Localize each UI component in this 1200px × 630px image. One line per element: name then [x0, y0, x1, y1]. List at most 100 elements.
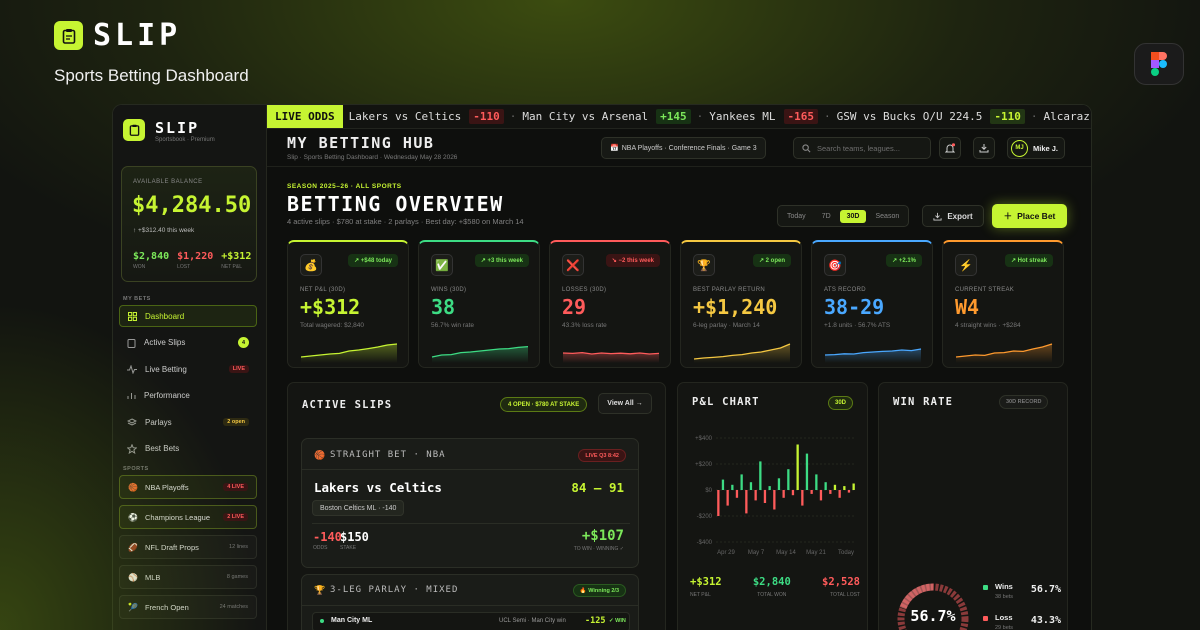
pl-bar [787, 469, 790, 490]
pl-bar [829, 490, 832, 494]
current-game-pill[interactable]: 📅 NBA Playoffs · Conference Finals · Gam… [601, 137, 766, 159]
balance-stat-value: $1,220 [177, 251, 214, 262]
sidebar-item-label: Dashboard [145, 311, 185, 321]
pl-bar [773, 490, 776, 510]
user-menu[interactable]: MJ Mike J. [1007, 137, 1065, 159]
active-slips-panel: ACTIVE SLIPS 4 OPEN · $780 AT STAKE View… [287, 382, 666, 630]
download-button[interactable] [973, 137, 995, 159]
trophy-icon: 🏆 [314, 585, 326, 595]
sport-item-french-open[interactable]: 🎾 French Open 24 matches [119, 595, 257, 619]
pl-bar [782, 490, 785, 498]
live-odds-ticker: LIVE ODDS Lakers vs Celtics -110 · Man City… [267, 105, 1091, 129]
ticker-match: GSW vs Bucks O/U 224.5 [836, 110, 983, 123]
slip-card-straight[interactable]: 🏀 STRAIGHT BET · NBA LIVE Q3 8:42 Lakers… [301, 438, 639, 568]
sidebar-item-performance[interactable]: Performance [119, 385, 257, 407]
export-label: Export [947, 211, 973, 221]
balance-amount: $4,284.50 [132, 193, 252, 218]
x-tick-label: Apr 29 [717, 550, 735, 556]
live-odds-label: LIVE ODDS [267, 105, 343, 128]
legend-swatch [983, 585, 988, 590]
notifications-button[interactable] [939, 137, 961, 159]
export-icon [933, 212, 942, 221]
kpi-label: LOSSES (30D) [562, 287, 607, 293]
slip-card-parlay[interactable]: 🏆 3-LEG PARLAY · MIXED 🔥 Winning 2/3 Man… [301, 574, 639, 630]
range-season[interactable]: Season [868, 210, 906, 223]
range-7d[interactable]: 7D [815, 210, 838, 223]
clipboard-icon [127, 338, 136, 348]
sport-item-label: Champions League [144, 512, 211, 522]
ticker-separator: · [824, 110, 831, 123]
basketball-icon: 🏀 [314, 450, 326, 460]
sidebar-item-parlays[interactable]: Parlays 2 open [119, 411, 257, 433]
avatar: MJ [1011, 139, 1028, 157]
legend-label: Wins [995, 582, 1013, 591]
legend-row-wins: Wins 38 bets 56.7% [983, 582, 1061, 608]
win-rate-percent: 56.7% [910, 607, 956, 625]
sport-item-nfl-draft-props[interactable]: 🏈 NFL Draft Props 12 lines [119, 535, 257, 559]
kpi-card: ⚡ ↗ Hot streak CURRENT STREAK W4 4 straight … [942, 240, 1064, 368]
kpi-sub: Total wagered: $2,840 [300, 322, 364, 329]
clipboard-icon [123, 119, 145, 141]
sidebar-item-badge: 4 [238, 337, 249, 348]
kpi-sparkline [300, 343, 398, 363]
sport-item-badge: 2 LIVE [223, 513, 248, 521]
place-bet-button[interactable]: ＋ Place Bet [992, 204, 1067, 228]
kpi-sparkline [955, 343, 1053, 363]
slip-stake-label: STAKE [340, 545, 357, 551]
legend-row-loss: Loss 29 bets 43.3% [983, 613, 1061, 630]
sidebar-item-dashboard[interactable]: Dashboard [119, 305, 257, 327]
pl-bar [791, 490, 795, 496]
sidebar-item-label: Parlays [145, 417, 172, 427]
range-30d[interactable]: 30D [839, 209, 867, 223]
figma-icon[interactable] [1134, 43, 1184, 85]
y-tick-label: +$200 [695, 462, 713, 468]
basketball-icon: 🏀 [128, 482, 138, 492]
sport-item-champions-league[interactable]: ⚽ Champions League 2 LIVE [119, 505, 257, 529]
sidebar-item-best-bets[interactable]: Best Bets [119, 438, 257, 460]
kpi-card: ❌ ↘ −2 this week LOSSES (30D) 29 43.3% loss … [549, 240, 671, 368]
slip-stake: $150 [340, 530, 369, 544]
sidebar-item-label: Active Slips [144, 338, 186, 347]
pulse-icon [127, 364, 137, 374]
pl-bar [759, 461, 762, 490]
sidebar-item-live-betting[interactable]: Live Betting LIVE [119, 358, 257, 380]
win-rate-title: WIN RATE [893, 396, 954, 408]
ticker-odds: -110 [990, 109, 1025, 124]
slip-odds: -140 [313, 530, 342, 544]
legend-value: 43.3% [1030, 615, 1061, 626]
pl-bar [824, 482, 827, 490]
search-input[interactable]: Search teams, leagues... [793, 137, 931, 159]
y-tick-label: $0 [705, 488, 712, 494]
sport-item-badge: 12 lines [229, 544, 248, 550]
export-button[interactable]: Export [922, 205, 984, 227]
current-game-label: NBA Playoffs · Conference Finals · Game … [621, 144, 757, 152]
download-icon [979, 144, 989, 153]
kpi-label: CURRENT STREAK [955, 287, 1015, 293]
kpi-sparkline [824, 348, 922, 363]
place-bet-label: Place Bet [1017, 211, 1056, 221]
kpi-badge: ↗ 2 open [752, 254, 791, 267]
pl-bar [833, 484, 837, 490]
sidebar-item-active-slips[interactable]: Active Slips 4 [119, 332, 257, 354]
sport-item-nba-playoffs[interactable]: 🏀 NBA Playoffs 4 LIVE [119, 475, 257, 499]
sparkline-area [301, 344, 397, 363]
slip-type: STRAIGHT BET · NBA [330, 450, 446, 460]
ticker-match: Yankees ML [709, 110, 776, 123]
kpi-sparkline [562, 351, 660, 363]
kpi-row: 💰 ↗ +$48 today NET P&L (30D) +$312 Total wag… [287, 240, 1064, 368]
check-icon: ✅ [431, 254, 453, 276]
pl-bar [754, 490, 757, 501]
view-all-button[interactable]: View All → [598, 393, 652, 414]
balance-stat-label: NET P&L [221, 264, 242, 270]
pl-chart-title: P&L CHART [692, 396, 760, 408]
balance-stat: $1,220 LOST [177, 251, 213, 270]
legend-swatch [983, 616, 988, 621]
overview-title: BETTING OVERVIEW [287, 192, 504, 216]
sport-item-mlb[interactable]: ⚾ MLB 8 games [119, 565, 257, 589]
pl-bar [731, 484, 734, 490]
balance-card: AVAILABLE BALANCE $4,284.50 ↑ +$312.40 t… [121, 166, 257, 282]
range-today[interactable]: Today [780, 210, 813, 223]
sport-item-label: NFL Draft Props [144, 542, 199, 552]
pl-bar [847, 490, 851, 493]
sparkline-area [825, 349, 921, 363]
